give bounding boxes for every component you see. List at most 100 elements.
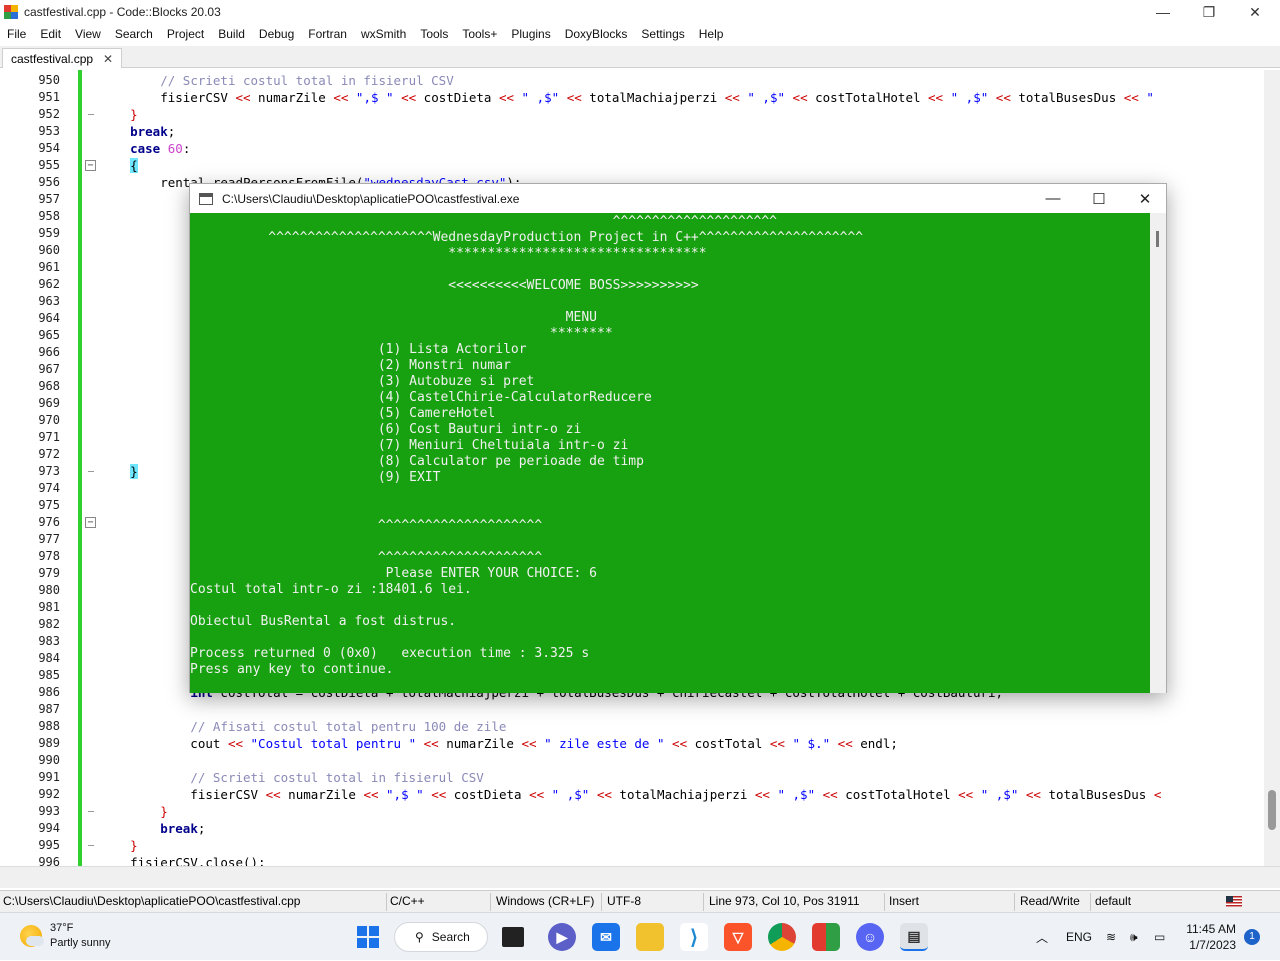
line-number: 995 [38,838,60,852]
chrome-icon[interactable] [768,923,796,951]
line-number: 966 [38,345,60,359]
tab-castfestival[interactable]: castfestival.cpp ✕ [2,48,123,68]
menu-tools[interactable]: Tools [413,27,455,41]
taskbar-search[interactable]: ⚲ Search [394,922,488,952]
volume-icon[interactable]: 🕪 [1130,913,1138,961]
line-number: 991 [38,770,60,784]
taskbar: 37°F Partly sunny ⚲ Search ▶ ✉ ⟩ ▽ ☺ ▤ ︿… [0,912,1280,960]
code-line: 992 fisierCSV << numarZile << ",$ " << c… [0,786,1270,803]
file-explorer-icon[interactable] [636,923,664,951]
code-line: 994 break; [0,820,1270,837]
console-window[interactable]: C:\Users\Claudiu\Desktop\aplicatiePOO\ca… [189,183,1167,693]
line-number: 964 [38,311,60,325]
discord-icon[interactable]: ☺ [856,923,884,951]
console-line: Obiectul BusRental a fost distrus. [190,614,457,629]
line-number: 987 [38,702,60,716]
windows-start-icon[interactable] [354,923,382,951]
horizontal-scrollbar[interactable] [0,866,1280,888]
console-scroll-thumb[interactable] [1156,231,1159,247]
menu-doxyblocks[interactable]: DoxyBlocks [558,27,635,41]
console-close-button[interactable]: ✕ [1122,184,1168,213]
language-indicator[interactable]: ENG [1066,913,1092,961]
console-line: (6) Cost Bauturi intr-o zi [190,422,582,437]
system-clock[interactable]: 11:45 AM 1/7/2023 [1186,921,1236,953]
weather-widget[interactable]: 37°F Partly sunny [20,921,111,951]
tab-close-icon[interactable]: ✕ [103,52,113,66]
menu-debug[interactable]: Debug [252,27,301,41]
weather-desc: Partly sunny [50,937,111,949]
code-line: 991 // Scrieti costul total in fisierul … [0,769,1270,786]
task-view-icon[interactable] [502,927,524,947]
menu-help[interactable]: Help [692,27,731,41]
code-text: } [130,838,138,853]
line-number: 986 [38,685,60,699]
mail-icon[interactable]: ✉ [592,923,620,951]
code-text: } [130,107,138,122]
close-button[interactable]: ✕ [1232,0,1278,24]
codeblocks-taskbar-icon[interactable] [812,923,840,951]
vscode-icon[interactable]: ⟩ [680,923,708,951]
line-number: 965 [38,328,60,342]
menu-build[interactable]: Build [211,27,252,41]
brave-browser-icon[interactable]: ▽ [724,923,752,951]
line-number: 974 [38,481,60,495]
menu-tools-plus[interactable]: Tools+ [455,27,504,41]
console-title: C:\Users\Claudiu\Desktop\aplicatiePOO\ca… [222,191,520,206]
tray-chevron-icon[interactable]: ︿ [1036,913,1048,961]
line-number: 993 [38,804,60,818]
console-line: (4) CastelChirie-CalculatorReducere [190,390,652,405]
console-minimize-button[interactable]: — [1030,184,1076,213]
window-title: castfestival.cpp - Code::Blocks 20.03 [24,5,221,19]
menu-settings[interactable]: Settings [634,27,691,41]
console-line: <<<<<<<<<<WELCOME BOSS>>>>>>>>>> [190,278,699,293]
code-line: 953 break; [0,123,1270,140]
console-line: Press any key to continue. [190,662,394,677]
status-encoding: UTF-8 [607,894,641,908]
line-number: 957 [38,192,60,206]
console-line: Process returned 0 (0x0) execution time … [190,646,590,661]
maximize-button[interactable]: ❐ [1186,0,1232,24]
minimize-button[interactable]: — [1140,0,1186,24]
line-number: 969 [38,396,60,410]
fold-toggle-icon[interactable]: − [85,517,96,528]
menu-file[interactable]: File [0,27,33,41]
menu-search[interactable]: Search [108,27,160,41]
menu-plugins[interactable]: Plugins [504,27,557,41]
wifi-icon[interactable]: ≋ [1106,913,1116,961]
line-number: 977 [38,532,60,546]
console-maximize-button[interactable]: ☐ [1076,184,1122,213]
notification-badge[interactable]: 1 [1244,929,1260,945]
line-number: 983 [38,634,60,648]
status-access: Read/Write [1020,894,1080,908]
menu-fortran[interactable]: Fortran [301,27,354,41]
code-text: case 60: [130,141,191,156]
code-text: fisierCSV << numarZile << ",$ " << costD… [100,90,1154,105]
teams-chat-icon[interactable]: ▶ [548,923,576,951]
fold-toggle-icon[interactable]: − [85,160,96,171]
line-number: 979 [38,566,60,580]
code-line: 993 } [0,803,1270,820]
menu-edit[interactable]: Edit [33,27,68,41]
menu-view[interactable]: View [68,27,108,41]
line-number: 973 [38,464,60,478]
menu-project[interactable]: Project [160,27,211,41]
console-taskbar-icon[interactable]: ▤ [900,923,928,951]
console-line: Please ENTER YOUR CHOICE: 6 [190,566,597,581]
partly-sunny-icon [20,925,44,947]
console-line: ********************************* [190,246,707,261]
menu-wxsmith[interactable]: wxSmith [354,27,413,41]
vertical-scrollbar[interactable] [1264,70,1280,866]
battery-icon[interactable]: ▭ [1154,913,1165,961]
line-number: 961 [38,260,60,274]
code-line: 988 // Afisati costul total pentru 100 d… [0,718,1270,735]
line-number: 989 [38,736,60,750]
console-scrollbar[interactable] [1150,213,1166,693]
console-line: (9) EXIT [190,470,441,485]
status-language: C/C++ [390,894,425,908]
console-line: (3) Autobuze si pret [190,374,535,389]
code-line: 995 } [0,837,1270,854]
line-number: 970 [38,413,60,427]
scroll-thumb[interactable] [1268,790,1276,830]
fold-end-marker [88,471,94,472]
console-app-icon [199,192,213,205]
